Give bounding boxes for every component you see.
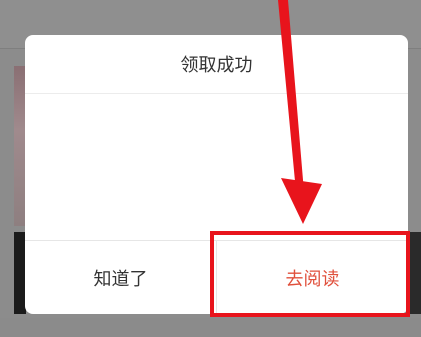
dismiss-button[interactable]: 知道了 <box>25 241 216 314</box>
highlight-box <box>210 231 410 317</box>
dialog-title: 领取成功 <box>180 55 253 76</box>
background-footer <box>0 318 421 337</box>
